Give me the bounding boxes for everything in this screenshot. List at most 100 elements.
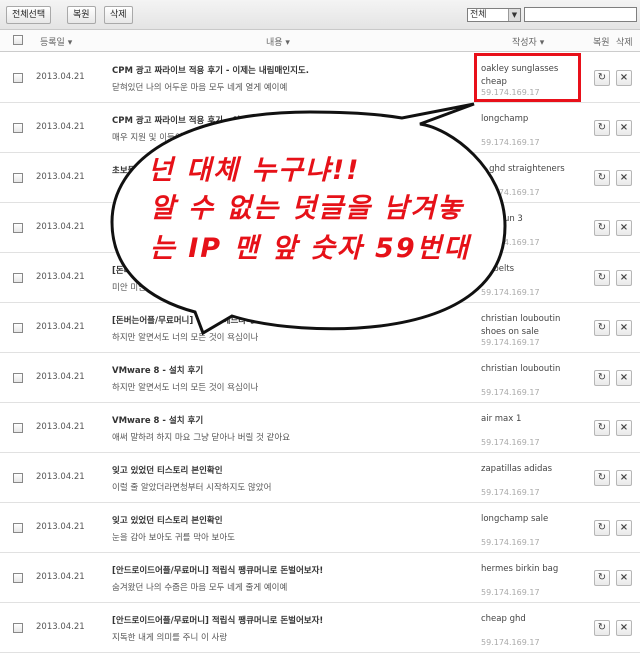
row-checkbox[interactable] — [13, 123, 23, 133]
table-row: 2013.04.21 [안드로이드어플/무료머니] 적립식 팽큐머니로 돈벌어보… — [0, 553, 640, 603]
row-body: 닫혀있던 나의 어두운 마음 모두 네게 열게 예이예 — [112, 83, 288, 93]
row-title[interactable]: 잊고 있었던 티스토리 본인확인 — [112, 514, 223, 526]
row-author[interactable]: es belts — [481, 263, 576, 276]
restore-icon[interactable]: ↻ — [594, 420, 610, 436]
row-checkbox[interactable] — [13, 173, 23, 183]
row-title[interactable]: VMware 8 - 설치 후기 — [112, 414, 203, 426]
row-author[interactable]: longchamp sale — [481, 513, 576, 526]
restore-icon[interactable]: ↻ — [594, 470, 610, 486]
row-ip: 59.174.169.17 — [481, 188, 540, 197]
delete-button[interactable]: 삭제 — [104, 6, 133, 24]
row-author[interactable]: longchamp — [481, 113, 576, 126]
row-title[interactable]: 잊고 있었던 티스토리 본인확인 — [112, 464, 223, 476]
row-ip: 59.174.169.17 — [481, 638, 540, 647]
filter-select-value: 전체 — [470, 10, 487, 20]
row-checkbox[interactable] — [13, 473, 23, 483]
row-title[interactable]: CPM 광고 짜라이브 적용 후기 - 이제는 내림매인지도. — [112, 114, 309, 126]
row-title[interactable]: 초보들 — [112, 214, 135, 226]
restore-icon[interactable]: ↻ — [594, 520, 610, 536]
row-date: 2013.04.21 — [36, 572, 85, 582]
row-date: 2013.04.21 — [36, 122, 85, 132]
row-body: 매우 지원 및 이들이고 있습니다숨겨왔던 나의 수줍은 마음 모두 네게 열게 — [112, 133, 374, 143]
close-icon[interactable]: × — [616, 220, 632, 236]
row-title[interactable]: [안드로이드어플/무료머니] 적립식 팽큐머니로 돈벌어보자! — [112, 614, 323, 626]
filter-select[interactable]: 전체 ▼ — [467, 8, 521, 22]
row-title[interactable]: CPM 광고 짜라이브 적용 후기 - 이제는 내림매인지도. — [112, 64, 309, 76]
row-title[interactable]: [돈버는어플/무료머니] 적립식 에드라떼로 돈벌어보자! — [112, 314, 308, 326]
row-ip: 59.174.169.17 — [481, 288, 540, 297]
restore-icon[interactable]: ↻ — [594, 320, 610, 336]
content-column-header[interactable]: 내용 ▾ — [266, 35, 290, 48]
row-body: 닫혀 — [112, 233, 128, 243]
row-checkbox[interactable] — [13, 323, 23, 333]
select-all-button[interactable]: 전체선택 — [6, 6, 52, 24]
row-body: 미안 미안 내가쉬이소금 아들이어요상했어요 수줍 못 나라한 연향들어요 — [112, 283, 366, 293]
row-checkbox[interactable] — [13, 423, 23, 433]
row-checkbox[interactable] — [13, 223, 23, 233]
row-author[interactable]: air max 1 — [481, 413, 576, 426]
row-ip: 59.174.169.17 — [481, 538, 540, 547]
row-checkbox[interactable] — [13, 373, 23, 383]
restore-icon[interactable]: ↻ — [594, 620, 610, 636]
toolbar: 전체선택 복원 삭제 전체 ▼ — [0, 0, 640, 30]
row-checkbox[interactable] — [13, 273, 23, 283]
restore-icon[interactable]: ↻ — [594, 220, 610, 236]
row-body: 눈을 감아 보아도 귀를 막아 보아도 — [112, 533, 235, 543]
row-title[interactable]: 초보들 — [112, 164, 135, 176]
delete-column-header: 삭제 — [616, 38, 633, 48]
restore-icon[interactable]: ↻ — [594, 570, 610, 586]
close-icon[interactable]: × — [616, 520, 632, 536]
row-date: 2013.04.21 — [36, 522, 85, 532]
restore-icon[interactable]: ↻ — [594, 170, 610, 186]
row-checkbox[interactable] — [13, 523, 23, 533]
close-icon[interactable]: × — [616, 370, 632, 386]
restore-icon[interactable]: ↻ — [594, 120, 610, 136]
row-body: 숨겨왔던 나의 수줍은 마음 모두 네게 줄게 예이예 — [112, 583, 288, 593]
author-column-header[interactable]: 작성자 ▾ — [512, 35, 544, 48]
table-row: 2013.04.21 [돈버는어플/무료머니] 적립식 에드라떼로 돈벌어보자!… — [0, 303, 640, 353]
annotation-line-3: 는 IP 맨 앞 숫자 59번대 — [150, 233, 471, 264]
close-icon[interactable]: × — [616, 170, 632, 186]
row-checkbox[interactable] — [13, 573, 23, 583]
row-checkbox[interactable] — [13, 73, 23, 83]
restore-button[interactable]: 복원 — [67, 6, 96, 24]
row-author[interactable]: cheap ghd — [481, 613, 576, 626]
row-body: 지독한 내게 의미를 주니 이 사랑 — [112, 633, 228, 643]
row-title[interactable]: [돈버는 — [112, 264, 139, 276]
date-column-header[interactable]: 등록일 ▾ — [40, 35, 72, 48]
close-icon[interactable]: × — [616, 620, 632, 636]
chevron-down-icon[interactable]: ▼ — [508, 9, 520, 21]
table-row: 2013.04.21 VMware 8 - 설치 후기 하지만 알면서도 너의 … — [0, 353, 640, 403]
restore-icon[interactable]: ↻ — [594, 370, 610, 386]
restore-column-header: 복원 — [593, 38, 610, 48]
close-icon[interactable]: × — [616, 420, 632, 436]
select-all-checkbox[interactable] — [13, 35, 23, 45]
row-title[interactable]: [안드로이드어플/무료머니] 적립식 팽큐머니로 돈벌어보자! — [112, 564, 323, 576]
close-icon[interactable]: × — [616, 470, 632, 486]
row-ip: 59.174.169.17 — [481, 588, 540, 597]
row-ip: 59.174.169.17 — [481, 138, 540, 147]
row-date: 2013.04.21 — [36, 372, 85, 382]
close-icon[interactable]: × — [616, 570, 632, 586]
close-icon[interactable]: × — [616, 120, 632, 136]
row-author[interactable]: christian louboutin shoes on sale — [481, 313, 576, 339]
row-ip: 59.174.169.17 — [481, 338, 540, 347]
row-checkbox[interactable] — [13, 623, 23, 633]
row-ip: 59.174.169.17 — [481, 488, 540, 497]
row-author[interactable]: christian louboutin — [481, 363, 576, 376]
row-date: 2013.04.21 — [36, 72, 85, 82]
row-author[interactable]: p ghd straighteners — [481, 163, 576, 176]
table-row: 2013.04.21 잊고 있었던 티스토리 본인확인 이럴 줄 알았더라면청부… — [0, 453, 640, 503]
row-author[interactable]: free run 3 — [481, 213, 576, 226]
restore-icon[interactable]: ↻ — [594, 270, 610, 286]
row-author[interactable]: hermes birkin bag — [481, 563, 576, 576]
row-ip: 59.174.169.17 — [481, 238, 540, 247]
table-header: 등록일 ▾ 내용 ▾ 작성자 ▾ 복원 삭제 — [0, 30, 640, 52]
close-icon[interactable]: × — [616, 320, 632, 336]
search-input[interactable] — [524, 7, 637, 22]
row-author[interactable]: zapatillas adidas — [481, 463, 576, 476]
restore-icon[interactable]: ↻ — [594, 70, 610, 86]
close-icon[interactable]: × — [616, 70, 632, 86]
close-icon[interactable]: × — [616, 270, 632, 286]
row-title[interactable]: VMware 8 - 설치 후기 — [112, 364, 203, 376]
